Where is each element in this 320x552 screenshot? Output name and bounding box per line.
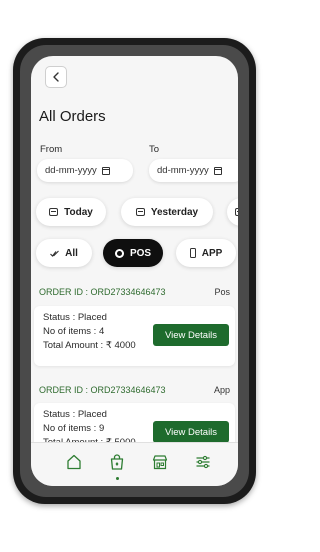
shopping-bag-icon[interactable] bbox=[108, 453, 126, 471]
calendar-icon[interactable] bbox=[213, 166, 222, 175]
mobile-icon bbox=[189, 248, 196, 258]
pos-chip[interactable]: POS bbox=[103, 239, 163, 267]
order-status: Status : Placed bbox=[43, 409, 107, 420]
order-header: ORDER ID : ORD27334646473 App bbox=[31, 385, 238, 401]
order-total: Total Amount : ₹ 4000 bbox=[43, 340, 136, 351]
to-date-placeholder: dd-mm-yyyy bbox=[157, 165, 209, 176]
today-chip[interactable]: Today bbox=[36, 198, 106, 226]
phone-bezel: All Orders From To dd-mm-yyyy dd-mm-yyyy… bbox=[20, 45, 249, 497]
order-item-count: No of items : 4 bbox=[43, 326, 105, 337]
sliders-icon[interactable] bbox=[194, 453, 212, 471]
yesterday-chip-label: Yesterday bbox=[150, 206, 199, 218]
view-details-button[interactable]: View Details bbox=[153, 421, 229, 443]
store-icon[interactable] bbox=[151, 453, 169, 471]
app-screen: All Orders From To dd-mm-yyyy dd-mm-yyyy… bbox=[31, 56, 238, 486]
order-item-count: No of items : 9 bbox=[43, 423, 105, 434]
order-id: ORDER ID : ORD27334646473 bbox=[39, 287, 166, 297]
app-chip[interactable]: APP bbox=[176, 239, 236, 267]
calendar-icon bbox=[135, 208, 145, 216]
yesterday-chip[interactable]: Yesterday bbox=[121, 198, 213, 226]
active-indicator-dot bbox=[116, 477, 119, 480]
home-icon[interactable] bbox=[65, 453, 83, 471]
to-label: To bbox=[149, 144, 160, 155]
date-filter-row: Today Yesterday bbox=[31, 198, 238, 226]
order-status: Status : Placed bbox=[43, 312, 107, 323]
page-title: All Orders bbox=[39, 108, 106, 125]
order-source: Pos bbox=[214, 287, 230, 297]
view-details-button[interactable]: View Details bbox=[153, 324, 229, 346]
pos-chip-label: POS bbox=[129, 247, 152, 259]
calendar-icon[interactable] bbox=[101, 166, 110, 175]
phone-frame: All Orders From To dd-mm-yyyy dd-mm-yyyy… bbox=[13, 38, 256, 504]
order-header: ORDER ID : ORD27334646473 Pos bbox=[31, 287, 238, 303]
calendar-icon bbox=[49, 208, 59, 216]
back-button[interactable] bbox=[45, 66, 67, 88]
to-date-input[interactable]: dd-mm-yyyy bbox=[149, 159, 238, 182]
more-date-chip[interactable] bbox=[227, 198, 238, 226]
order-source: App bbox=[213, 385, 230, 395]
calendar-icon bbox=[235, 208, 238, 216]
bottom-nav bbox=[31, 442, 238, 486]
order-card: Status : Placed No of items : 4 Total Am… bbox=[34, 306, 235, 366]
today-chip-label: Today bbox=[64, 206, 93, 218]
from-date-placeholder: dd-mm-yyyy bbox=[45, 165, 97, 176]
source-filter-row: All POS APP bbox=[31, 239, 238, 267]
double-check-icon bbox=[50, 250, 59, 257]
all-chip-label: All bbox=[65, 247, 78, 259]
all-chip[interactable]: All bbox=[36, 239, 92, 267]
chevron-left-icon bbox=[53, 72, 59, 82]
from-label: From bbox=[40, 144, 63, 155]
order-id: ORDER ID : ORD27334646473 bbox=[39, 385, 166, 395]
from-date-input[interactable]: dd-mm-yyyy bbox=[37, 159, 133, 182]
globe-icon bbox=[114, 248, 124, 258]
app-chip-label: APP bbox=[201, 247, 223, 259]
